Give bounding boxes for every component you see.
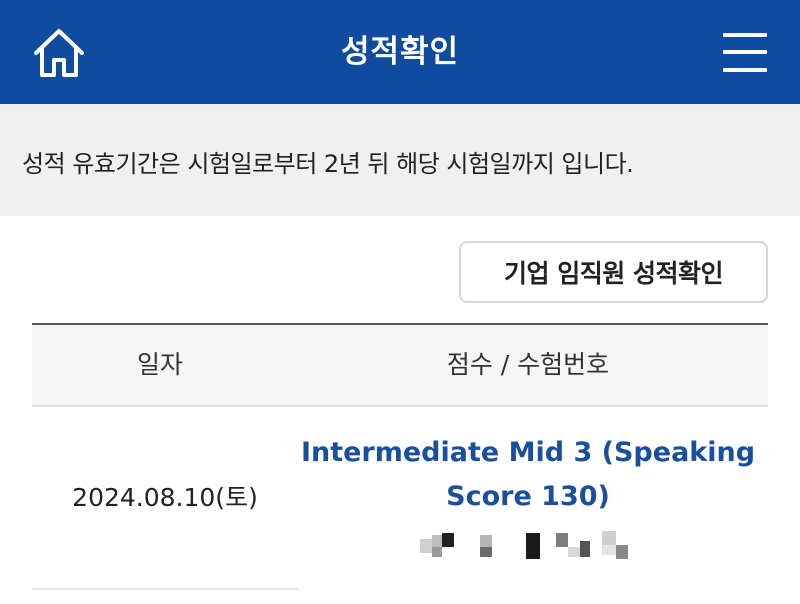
column-header-score: 점수 / 수험번호 xyxy=(446,350,610,379)
hamburger-menu-icon xyxy=(723,33,767,37)
menu-button[interactable] xyxy=(718,30,776,80)
pixelated-exam-number xyxy=(420,529,636,563)
validity-notice-text: 성적 유효기간은 시험일로부터 2년 뒤 해당 시험일까지 입니다. xyxy=(22,150,634,178)
row-divider xyxy=(32,588,298,590)
exam-date: 2024.08.10(토) xyxy=(72,483,258,512)
table-header: 일자 점수 / 수험번호 xyxy=(32,323,768,407)
validity-notice: 성적 유효기간은 시험일로부터 2년 뒤 해당 시험일까지 입니다. xyxy=(0,104,800,216)
column-header-date: 일자 xyxy=(136,350,183,379)
hamburger-menu-icon xyxy=(723,50,767,54)
top-app-bar: 성적확인 xyxy=(0,0,800,104)
corporate-score-check-button[interactable]: 기업 임직원 성적확인 xyxy=(459,241,768,303)
score-result-link[interactable]: Intermediate Mid 3 (Speaking Score 130) xyxy=(298,431,758,519)
page-title: 성적확인 xyxy=(340,34,460,70)
score-table: 일자 점수 / 수험번호 2024.08.10(토) Intermediate … xyxy=(32,323,768,604)
score-cell: Intermediate Mid 3 (Speaking Score 130) xyxy=(298,431,758,563)
hamburger-menu-icon xyxy=(723,68,767,72)
table-row: 2024.08.10(토) Intermediate Mid 3 (Speaki… xyxy=(32,407,768,604)
